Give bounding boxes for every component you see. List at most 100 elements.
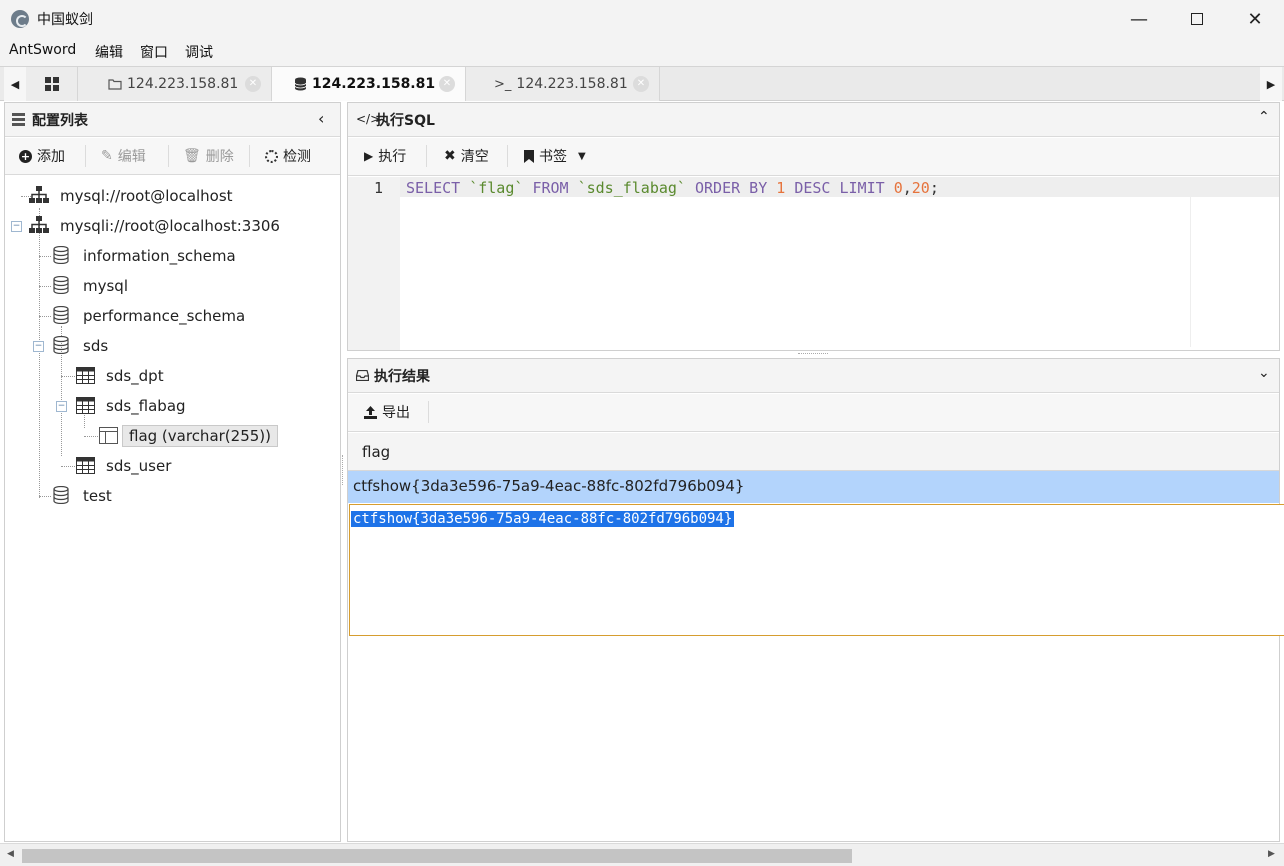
tree-connection-mysql[interactable]: mysql://root@localhost bbox=[60, 187, 233, 205]
bookmark-button[interactable]: 书签 ▼ bbox=[524, 146, 586, 166]
collapse-sql-button[interactable]: ⌃ bbox=[1258, 109, 1270, 125]
tab-file-manager[interactable]: 124.223.158.81 ✕ bbox=[78, 67, 272, 101]
database-icon bbox=[53, 246, 69, 264]
trash-icon: 🗑 bbox=[183, 148, 201, 164]
detect-button[interactable]: 检测 bbox=[265, 146, 311, 166]
tree-table-sds-flabag[interactable]: sds_flabag bbox=[106, 397, 186, 415]
export-button[interactable]: 导出 bbox=[364, 402, 410, 422]
execute-button[interactable]: ▶ 执行 bbox=[364, 146, 406, 166]
tab-label: 124.223.158.81 bbox=[312, 76, 436, 92]
execute-label: 执行 bbox=[378, 149, 407, 165]
column-header-flag[interactable]: flag bbox=[362, 443, 390, 461]
tab-bar: ◀ 124.223.158.81 ✕ 124.223.158.81 ✕ >_ 1… bbox=[0, 66, 1284, 101]
menu-bar: AntSword 编辑 窗口 调试 bbox=[0, 38, 1284, 66]
window-title: 中国蚁剑 bbox=[37, 12, 93, 28]
grid-icon bbox=[44, 77, 59, 91]
tab-scroll-left[interactable]: ◀ bbox=[4, 67, 26, 101]
collapse-toggle[interactable]: − bbox=[33, 341, 44, 352]
sql-toolbar: ▶ 执行 ✖ 清空 书签 ▼ bbox=[348, 138, 1279, 176]
menu-edit[interactable]: 编辑 bbox=[95, 42, 123, 62]
database-icon bbox=[53, 486, 69, 504]
close-tab-icon[interactable]: ✕ bbox=[245, 76, 261, 92]
sql-query-text: SELECT `flag` FROM `sds_flabag` ORDER BY… bbox=[406, 179, 939, 197]
delete-button[interactable]: 🗑 删除 bbox=[183, 146, 234, 166]
minimize-button[interactable]: — bbox=[1110, 0, 1168, 38]
close-tab-icon[interactable]: ✕ bbox=[633, 76, 649, 92]
menu-antsword[interactable]: AntSword bbox=[9, 42, 76, 58]
inbox-icon bbox=[356, 370, 369, 381]
menu-debug[interactable]: 调试 bbox=[185, 42, 213, 62]
config-list-header: 配置列表 ‹ bbox=[5, 103, 340, 137]
tree-connection-mysqli[interactable]: mysqli://root@localhost:3306 bbox=[60, 217, 280, 235]
collapse-toggle[interactable]: − bbox=[56, 401, 67, 412]
tree-db-test[interactable]: test bbox=[83, 487, 112, 505]
close-button[interactable]: ✕ bbox=[1226, 0, 1284, 38]
delete-label: 删除 bbox=[205, 149, 234, 165]
tree-db-mysql[interactable]: mysql bbox=[83, 277, 128, 295]
cell-detail-editor[interactable]: ctfshow{3da3e596-75a9-4eac-88fc-802fd796… bbox=[349, 504, 1284, 636]
divider bbox=[249, 145, 250, 167]
line-gutter: 1 bbox=[348, 177, 400, 350]
folder-icon bbox=[108, 79, 122, 90]
tree-db-sds[interactable]: sds bbox=[83, 337, 108, 355]
tree-db-information-schema[interactable]: information_schema bbox=[83, 247, 236, 265]
cell-detail-text: ctfshow{3da3e596-75a9-4eac-88fc-802fd796… bbox=[351, 508, 735, 527]
print-margin bbox=[1190, 197, 1191, 347]
tab-database[interactable]: 124.223.158.81 ✕ bbox=[272, 67, 466, 101]
vertical-splitter[interactable] bbox=[342, 455, 345, 485]
upload-icon bbox=[364, 405, 377, 419]
divider bbox=[507, 145, 508, 167]
result-panel-header: 执行结果 ⌄ bbox=[348, 359, 1279, 393]
tree-table-sds-dpt[interactable]: sds_dpt bbox=[106, 367, 164, 385]
close-tab-icon[interactable]: ✕ bbox=[439, 76, 455, 92]
caret-right-icon[interactable]: ▶ bbox=[1268, 849, 1275, 859]
divider bbox=[85, 145, 86, 167]
scrollbar-thumb[interactable] bbox=[22, 849, 852, 863]
result-panel-title: 执行结果 bbox=[374, 369, 430, 385]
tab-terminal[interactable]: >_ 124.223.158.81 ✕ bbox=[466, 67, 660, 101]
list-icon bbox=[12, 113, 25, 126]
tree-table-sds-user[interactable]: sds_user bbox=[106, 457, 171, 475]
network-icon bbox=[29, 186, 49, 203]
horizontal-scrollbar[interactable]: ◀ ▶ bbox=[0, 843, 1284, 866]
clear-button[interactable]: ✖ 清空 bbox=[444, 146, 489, 166]
database-icon bbox=[53, 276, 69, 294]
add-button[interactable]: + 添加 bbox=[19, 146, 65, 166]
divider bbox=[168, 145, 169, 167]
result-panel: 执行结果 ⌄ 导出 flag ctfshow{3da3e596-75a9-4ea… bbox=[347, 358, 1284, 842]
export-label: 导出 bbox=[382, 405, 410, 421]
sql-panel-title: 执行SQL bbox=[376, 113, 435, 129]
config-toolbar: + 添加 ✎ 编辑 🗑 删除 检测 bbox=[5, 138, 340, 175]
chevron-up-icon: ⌃ bbox=[1258, 109, 1270, 125]
sql-editor[interactable]: 1 SELECT `flag` FROM `sds_flabag` ORDER … bbox=[348, 177, 1279, 350]
cell-flag[interactable]: ctfshow{3da3e596-75a9-4eac-88fc-802fd796… bbox=[353, 477, 744, 495]
collapse-left-button[interactable]: ‹ bbox=[318, 109, 324, 128]
table-icon bbox=[76, 457, 95, 474]
caret-left-icon[interactable]: ◀ bbox=[7, 849, 14, 859]
tree-column-flag[interactable]: flag (varchar(255)) bbox=[122, 425, 278, 447]
table-row[interactable]: ctfshow{3da3e596-75a9-4eac-88fc-802fd796… bbox=[348, 471, 1279, 503]
tab-home[interactable] bbox=[26, 67, 78, 101]
expand-result-button[interactable]: ⌄ bbox=[1258, 365, 1270, 381]
line-number: 1 bbox=[374, 179, 384, 197]
plus-circle-icon: + bbox=[19, 149, 32, 163]
config-list-title: 配置列表 bbox=[32, 113, 88, 129]
connection-tree: mysql://root@localhost − mysqli://root@l… bbox=[5, 176, 340, 841]
clear-label: 清空 bbox=[460, 149, 489, 165]
edit-button[interactable]: ✎ 编辑 bbox=[101, 146, 146, 166]
tree-db-performance-schema[interactable]: performance_schema bbox=[83, 307, 245, 325]
terminal-icon: >_ bbox=[494, 76, 512, 92]
close-icon: ✕ bbox=[1247, 8, 1263, 30]
chevron-down-icon: ⌄ bbox=[1258, 365, 1270, 381]
sql-panel: </> 执行SQL ⌃ ▶ 执行 ✖ 清空 书签 ▼ 1 SELECT `fla… bbox=[347, 102, 1280, 351]
horizontal-splitter[interactable] bbox=[798, 353, 828, 355]
collapse-toggle[interactable]: − bbox=[11, 221, 22, 232]
database-icon bbox=[294, 77, 307, 91]
bookmark-label: 书签 bbox=[539, 149, 567, 165]
menu-window[interactable]: 窗口 bbox=[140, 42, 168, 62]
play-icon: ▶ bbox=[364, 149, 374, 163]
tab-scroll-right[interactable]: ▶ bbox=[1260, 67, 1282, 101]
bookmark-icon bbox=[524, 149, 534, 163]
table-icon bbox=[76, 397, 95, 414]
maximize-button[interactable] bbox=[1168, 0, 1226, 38]
